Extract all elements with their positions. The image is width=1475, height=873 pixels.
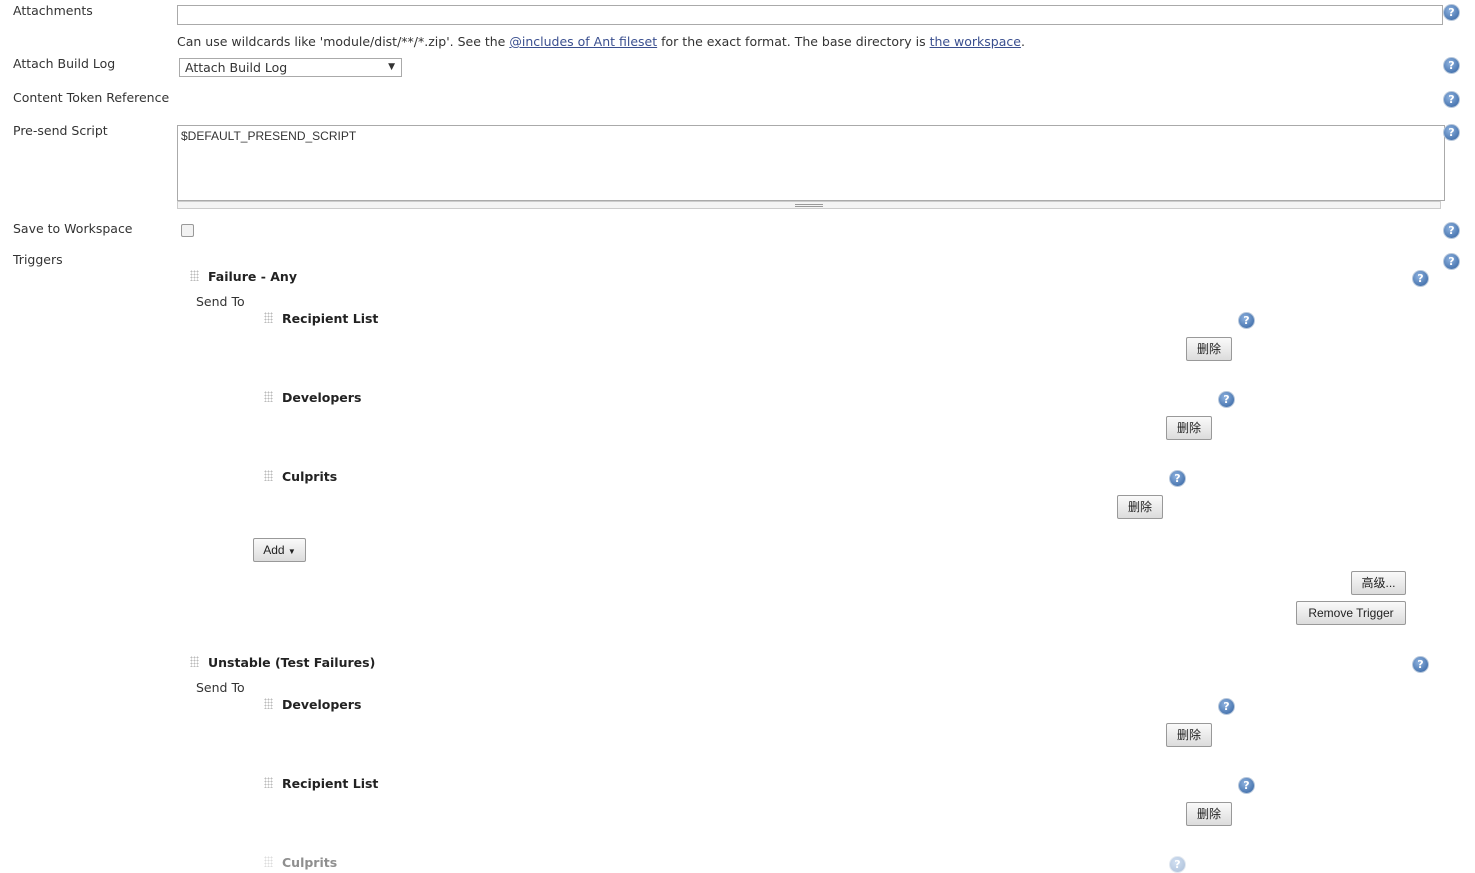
send-to-label: Send To — [196, 294, 245, 309]
attachments-label: Attachments — [13, 3, 93, 18]
help-icon[interactable]: ? — [1169, 470, 1186, 487]
help-icon[interactable]: ? — [1443, 4, 1460, 21]
delete-button[interactable]: 删除 — [1117, 495, 1163, 519]
content-token-label: Content Token Reference — [13, 90, 170, 105]
drag-handle-icon[interactable] — [264, 777, 273, 788]
attach-build-log-label: Attach Build Log — [13, 56, 116, 71]
drag-handle-icon[interactable] — [264, 391, 273, 402]
help-icon[interactable]: ? — [1412, 270, 1429, 287]
drag-handle-icon[interactable] — [264, 470, 273, 481]
help-icon[interactable]: ? — [1443, 222, 1460, 239]
delete-button[interactable]: 删除 — [1186, 802, 1232, 826]
help-icon[interactable]: ? — [1238, 777, 1255, 794]
remove-trigger-button[interactable]: Remove Trigger — [1296, 601, 1406, 625]
send-to-label: Send To — [196, 680, 245, 695]
delete-button[interactable]: 删除 — [1166, 416, 1212, 440]
triggers-label: Triggers — [13, 252, 63, 267]
drag-handle-icon[interactable] — [264, 312, 273, 323]
delete-button[interactable]: 删除 — [1186, 337, 1232, 361]
recipient-title: Recipient List — [282, 311, 379, 326]
selected-value: Attach Build Log — [185, 60, 288, 75]
help-icon[interactable]: ? — [1412, 656, 1429, 673]
textarea-resize-handle[interactable] — [177, 201, 1441, 209]
attachments-input[interactable] — [177, 5, 1443, 25]
ant-fileset-link[interactable]: @includes of Ant fileset — [509, 34, 657, 49]
recipient-title: Developers — [282, 390, 362, 405]
help-icon[interactable]: ? — [1443, 57, 1460, 74]
help-icon[interactable]: ? — [1443, 124, 1460, 141]
drag-handle-icon[interactable] — [264, 856, 273, 867]
recipient-title: Recipient List — [282, 776, 379, 791]
recipient-title: Culprits — [282, 469, 338, 484]
drag-handle-icon[interactable] — [264, 698, 273, 709]
help-icon[interactable]: ? — [1443, 253, 1460, 270]
recipient-title: Developers — [282, 697, 362, 712]
help-icon[interactable]: ? — [1218, 698, 1235, 715]
advanced-button[interactable]: 高级... — [1351, 571, 1406, 595]
trigger-title: Failure - Any — [208, 269, 297, 284]
drag-handle-icon[interactable] — [190, 270, 199, 281]
save-workspace-checkbox[interactable] — [181, 224, 194, 237]
help-icon[interactable]: ? — [1218, 391, 1235, 408]
caret-down-icon: ▼ — [287, 547, 296, 556]
add-recipient-button[interactable]: Add ▼ — [253, 538, 306, 562]
delete-button[interactable]: 删除 — [1166, 723, 1212, 747]
drag-handle-icon[interactable] — [190, 656, 199, 667]
presend-script-textarea[interactable]: $DEFAULT_PRESEND_SCRIPT — [177, 125, 1445, 201]
workspace-link[interactable]: the workspace — [930, 34, 1021, 49]
presend-script-label: Pre-send Script — [13, 123, 108, 138]
help-icon[interactable]: ? — [1238, 312, 1255, 329]
trigger-title: Unstable (Test Failures) — [208, 655, 376, 670]
save-workspace-label: Save to Workspace — [13, 221, 133, 236]
help-icon[interactable]: ? — [1443, 91, 1460, 108]
attachments-hint: Can use wildcards like 'module/dist/**/*… — [177, 34, 1025, 49]
dropdown-arrow-icon: ▼ — [388, 62, 395, 72]
recipient-title: Culprits — [282, 855, 338, 870]
help-icon[interactable]: ? — [1169, 856, 1186, 873]
attach-build-log-select[interactable]: Attach Build Log ▼ — [179, 58, 402, 77]
